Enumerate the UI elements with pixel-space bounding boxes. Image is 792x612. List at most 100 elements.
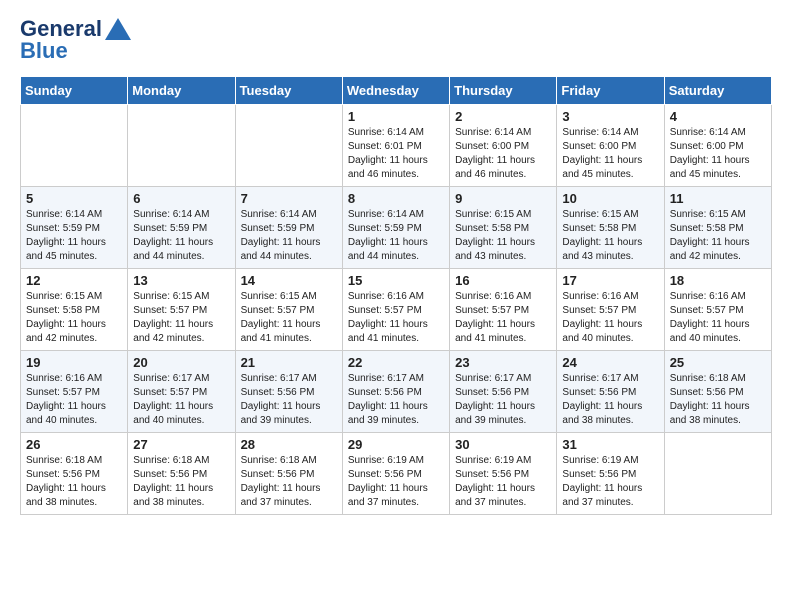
calendar-cell: 20 Sunrise: 6:17 AM Sunset: 5:57 PM Dayli…	[128, 351, 235, 433]
calendar-cell: 28Sunrise: 6:18 AM Sunset: 5:56 PM Dayli…	[235, 433, 342, 515]
day-info: Sunrise: 6:17 AM Sunset: 5:57 PM Dayligh…	[133, 372, 229, 428]
weekday-header: Saturday	[664, 77, 771, 105]
day-number: 10	[562, 191, 658, 206]
day-info: Sunrise: 6:16 AM Sunset: 5:57 PM Dayligh…	[26, 372, 122, 428]
day-number: 27	[133, 437, 229, 452]
day-number: 2	[455, 109, 551, 124]
day-number: 6	[133, 191, 229, 206]
calendar-cell: 2 Sunrise: 6:14 AM Sunset: 6:00 PM Daylig…	[450, 105, 557, 187]
day-info: Sunrise: 6:14 AM Sunset: 5:59 PM Dayligh…	[241, 208, 337, 264]
calendar-cell: 16 Sunrise: 6:16 AM Sunset: 5:57 PM Dayli…	[450, 269, 557, 351]
day-info: Sunrise: 6:14 AM Sunset: 5:59 PM Dayligh…	[133, 208, 229, 264]
calendar-cell: 18 Sunrise: 6:16 AM Sunset: 5:57 PM Dayli…	[664, 269, 771, 351]
calendar-cell: 26Sunrise: 6:18 AM Sunset: 5:56 PM Dayli…	[21, 433, 128, 515]
day-number: 14	[241, 273, 337, 288]
day-number: 5	[26, 191, 122, 206]
day-number: 7	[241, 191, 337, 206]
day-number: 22	[348, 355, 444, 370]
day-info: Sunrise: 6:14 AM Sunset: 6:01 PM Dayligh…	[348, 126, 444, 182]
day-number: 9	[455, 191, 551, 206]
day-number: 12	[26, 273, 122, 288]
calendar-table: SundayMondayTuesdayWednesdayThursdayFrid…	[20, 76, 772, 515]
calendar-cell	[128, 105, 235, 187]
day-number: 21	[241, 355, 337, 370]
day-number: 19	[26, 355, 122, 370]
day-info: Sunrise: 6:15 AM Sunset: 5:58 PM Dayligh…	[26, 290, 122, 346]
day-info: Sunrise: 6:16 AM Sunset: 5:57 PM Dayligh…	[670, 290, 766, 346]
calendar-cell: 19 Sunrise: 6:16 AM Sunset: 5:57 PM Dayli…	[21, 351, 128, 433]
day-number: 4	[670, 109, 766, 124]
calendar-week-row: 1Sunrise: 6:14 AM Sunset: 6:01 PM Daylig…	[21, 105, 772, 187]
day-info: Sunrise: 6:16 AM Sunset: 5:57 PM Dayligh…	[348, 290, 444, 346]
calendar-cell: 5Sunrise: 6:14 AM Sunset: 5:59 PM Daylig…	[21, 187, 128, 269]
calendar-cell: 14Sunrise: 6:15 AM Sunset: 5:57 PM Dayli…	[235, 269, 342, 351]
day-info: Sunrise: 6:19 AM Sunset: 5:56 PM Dayligh…	[562, 454, 658, 510]
day-info: Sunrise: 6:18 AM Sunset: 5:56 PM Dayligh…	[670, 372, 766, 428]
day-info: Sunrise: 6:18 AM Sunset: 5:56 PM Dayligh…	[26, 454, 122, 510]
day-info: Sunrise: 6:16 AM Sunset: 5:57 PM Dayligh…	[455, 290, 551, 346]
calendar-cell: 10Sunrise: 6:15 AM Sunset: 5:58 PM Dayli…	[557, 187, 664, 269]
calendar-cell: 27 Sunrise: 6:18 AM Sunset: 5:56 PM Dayli…	[128, 433, 235, 515]
day-number: 13	[133, 273, 229, 288]
day-info: Sunrise: 6:15 AM Sunset: 5:58 PM Dayligh…	[455, 208, 551, 264]
day-info: Sunrise: 6:19 AM Sunset: 5:56 PM Dayligh…	[455, 454, 551, 510]
day-number: 24	[562, 355, 658, 370]
calendar-cell: 9 Sunrise: 6:15 AM Sunset: 5:58 PM Daylig…	[450, 187, 557, 269]
calendar-cell: 7 Sunrise: 6:14 AM Sunset: 5:59 PM Daylig…	[235, 187, 342, 269]
day-info: Sunrise: 6:19 AM Sunset: 5:56 PM Dayligh…	[348, 454, 444, 510]
weekday-header: Tuesday	[235, 77, 342, 105]
calendar-cell	[664, 433, 771, 515]
day-number: 11	[670, 191, 766, 206]
calendar-cell	[21, 105, 128, 187]
day-number: 18	[670, 273, 766, 288]
day-number: 25	[670, 355, 766, 370]
day-number: 30	[455, 437, 551, 452]
calendar-cell: 30 Sunrise: 6:19 AM Sunset: 5:56 PM Dayli…	[450, 433, 557, 515]
weekday-header: Monday	[128, 77, 235, 105]
calendar-cell: 29 Sunrise: 6:19 AM Sunset: 5:56 PM Dayli…	[342, 433, 449, 515]
day-number: 8	[348, 191, 444, 206]
calendar-container: General Blue SundayMondayTuesdayWednesda…	[0, 0, 792, 531]
day-info: Sunrise: 6:15 AM Sunset: 5:58 PM Dayligh…	[670, 208, 766, 264]
day-info: Sunrise: 6:14 AM Sunset: 5:59 PM Dayligh…	[348, 208, 444, 264]
calendar-week-row: 5 Sunrise: 6:14 AM Sunset: 5:59 PM Daylig…	[21, 187, 772, 269]
calendar-week-row: 12 Sunrise: 6:15 AM Sunset: 5:58 PM Dayli…	[21, 269, 772, 351]
calendar-cell: 13 Sunrise: 6:15 AM Sunset: 5:57 PM Dayli…	[128, 269, 235, 351]
day-number: 29	[348, 437, 444, 452]
day-info: Sunrise: 6:14 AM Sunset: 6:00 PM Dayligh…	[455, 126, 551, 182]
calendar-cell: 23 Sunrise: 6:17 AM Sunset: 5:56 PM Dayli…	[450, 351, 557, 433]
logo-icon	[105, 18, 131, 40]
day-number: 3	[562, 109, 658, 124]
calendar-cell	[235, 105, 342, 187]
calendar-cell: 3 Sunrise: 6:14 AM Sunset: 6:00 PM Daylig…	[557, 105, 664, 187]
day-info: Sunrise: 6:14 AM Sunset: 6:00 PM Dayligh…	[670, 126, 766, 182]
calendar-cell: 12 Sunrise: 6:15 AM Sunset: 5:58 PM Dayli…	[21, 269, 128, 351]
calendar-week-row: 19 Sunrise: 6:16 AM Sunset: 5:57 PM Dayli…	[21, 351, 772, 433]
weekday-header-row: SundayMondayTuesdayWednesdayThursdayFrid…	[21, 77, 772, 105]
day-info: Sunrise: 6:18 AM Sunset: 5:56 PM Dayligh…	[241, 454, 337, 510]
calendar-cell: 31 Sunrise: 6:19 AM Sunset: 5:56 PM Dayli…	[557, 433, 664, 515]
calendar-cell: 8 Sunrise: 6:14 AM Sunset: 5:59 PM Daylig…	[342, 187, 449, 269]
calendar-cell: 11 Sunrise: 6:15 AM Sunset: 5:58 PM Dayli…	[664, 187, 771, 269]
day-info: Sunrise: 6:15 AM Sunset: 5:57 PM Dayligh…	[133, 290, 229, 346]
day-number: 15	[348, 273, 444, 288]
calendar-cell: 21 Sunrise: 6:17 AM Sunset: 5:56 PM Dayli…	[235, 351, 342, 433]
calendar-cell: 6 Sunrise: 6:14 AM Sunset: 5:59 PM Daylig…	[128, 187, 235, 269]
day-info: Sunrise: 6:14 AM Sunset: 6:00 PM Dayligh…	[562, 126, 658, 182]
day-info: Sunrise: 6:17 AM Sunset: 5:56 PM Dayligh…	[455, 372, 551, 428]
calendar-cell: 24Sunrise: 6:17 AM Sunset: 5:56 PM Dayli…	[557, 351, 664, 433]
day-number: 31	[562, 437, 658, 452]
calendar-week-row: 26Sunrise: 6:18 AM Sunset: 5:56 PM Dayli…	[21, 433, 772, 515]
calendar-cell: 15 Sunrise: 6:16 AM Sunset: 5:57 PM Dayli…	[342, 269, 449, 351]
calendar-cell: 25 Sunrise: 6:18 AM Sunset: 5:56 PM Dayli…	[664, 351, 771, 433]
weekday-header: Friday	[557, 77, 664, 105]
day-number: 20	[133, 355, 229, 370]
day-number: 23	[455, 355, 551, 370]
day-info: Sunrise: 6:17 AM Sunset: 5:56 PM Dayligh…	[348, 372, 444, 428]
day-info: Sunrise: 6:16 AM Sunset: 5:57 PM Dayligh…	[562, 290, 658, 346]
calendar-cell: 22 Sunrise: 6:17 AM Sunset: 5:56 PM Dayli…	[342, 351, 449, 433]
day-number: 16	[455, 273, 551, 288]
weekday-header: Thursday	[450, 77, 557, 105]
day-info: Sunrise: 6:17 AM Sunset: 5:56 PM Dayligh…	[241, 372, 337, 428]
day-info: Sunrise: 6:18 AM Sunset: 5:56 PM Dayligh…	[133, 454, 229, 510]
